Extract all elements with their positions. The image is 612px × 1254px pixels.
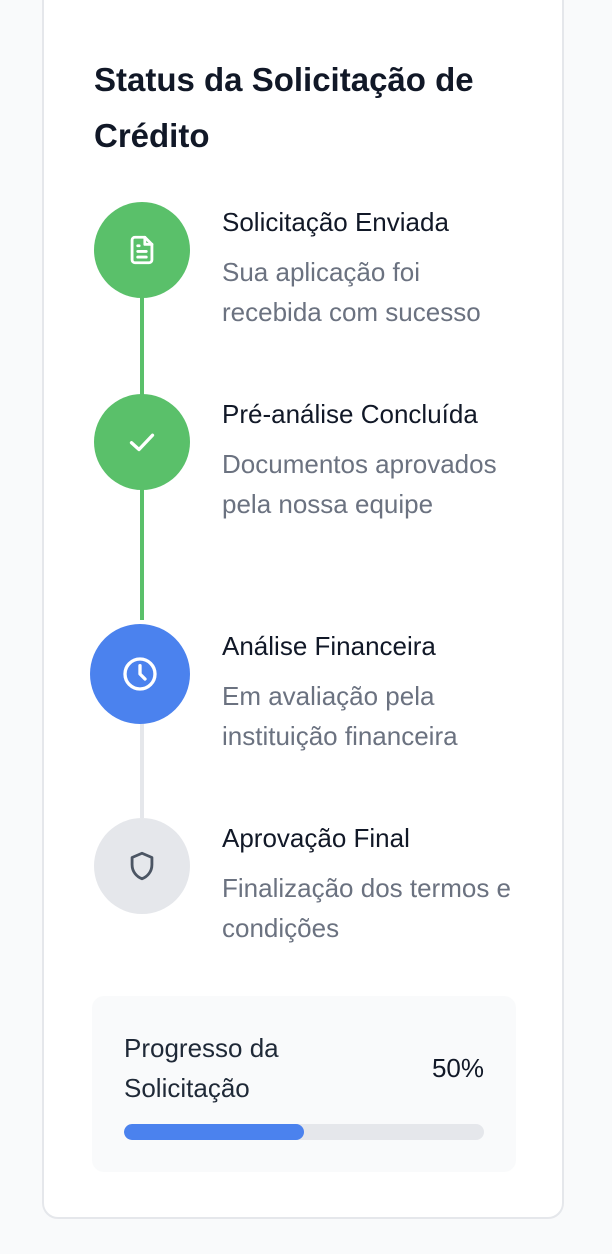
step-status-circle-active (90, 624, 190, 724)
progress-percent: 50% (431, 1053, 484, 1083)
step-description: Finalização dos termos e condições (222, 873, 512, 943)
step-title: Aprovação Final (222, 823, 410, 853)
step-connector (140, 716, 144, 818)
step-status-circle-pending (94, 818, 190, 914)
step-description: Documentos aprovados pela nossa equipe (222, 449, 497, 519)
check-icon (129, 433, 155, 452)
progress-panel: Progresso da Solicitação 50% (92, 996, 516, 1172)
progress-bar-fill (124, 1124, 304, 1140)
step-status-circle-completed (94, 394, 190, 490)
step-status-circle-completed (94, 202, 190, 298)
step-title: Solicitação Enviada (222, 207, 449, 237)
step-description: Sua aplicação foi recebida com sucesso (222, 257, 481, 327)
shield-icon (130, 851, 154, 881)
step-description: Em avaliação pela instituição financeira (222, 681, 458, 751)
step-connector (140, 484, 144, 620)
progress-label: Progresso da Solicitação (124, 1033, 279, 1103)
step-title: Análise Financeira (222, 631, 436, 661)
document-icon (130, 235, 154, 265)
credit-status-card: Status da Solicitação de Crédito Solicit… (42, 0, 564, 1219)
step-connector (140, 292, 144, 396)
card-title: Status da Solicitação de Crédito (94, 61, 474, 154)
progress-bar-track (124, 1124, 484, 1140)
step-title: Pré-análise Concluída (222, 399, 478, 429)
clock-icon (123, 657, 157, 691)
